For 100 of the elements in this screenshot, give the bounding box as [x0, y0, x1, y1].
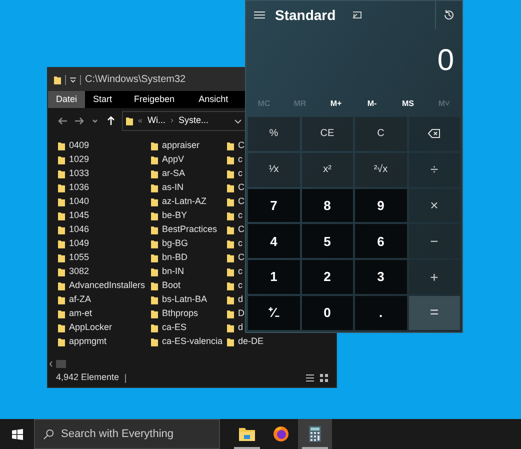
calculator-key[interactable]: 5	[302, 224, 353, 258]
file-name[interactable]: 1045	[69, 209, 90, 223]
up-arrow-icon[interactable]	[106, 116, 116, 126]
calculator-key[interactable]: =	[408, 296, 460, 330]
calculator-key[interactable]: 6	[355, 224, 406, 258]
calculator-key[interactable]: 2	[302, 260, 353, 294]
file-name[interactable]: c	[238, 167, 242, 181]
calculator-key[interactable]: 4	[248, 224, 300, 258]
file-name[interactable]: Bthprops	[162, 307, 198, 321]
mode-title: Standard	[275, 6, 336, 24]
file-name[interactable]: D	[238, 307, 244, 321]
file-name[interactable]: C	[238, 251, 244, 265]
file-name[interactable]: de-DE	[238, 335, 264, 349]
calculator-key[interactable]: CE	[302, 117, 353, 151]
file-name[interactable]: c	[238, 279, 242, 293]
calculator-key[interactable]: ÷	[408, 152, 460, 187]
calculator-key[interactable]: 7	[248, 188, 300, 222]
calculator-key[interactable]: %	[248, 117, 300, 151]
file-name[interactable]: be-BY	[162, 209, 188, 223]
file-name[interactable]: AppLocker	[69, 321, 112, 335]
file-name[interactable]: 1055	[69, 251, 90, 265]
file-name[interactable]: C	[238, 139, 244, 153]
file-name[interactable]: af-ZA	[69, 293, 92, 307]
file-name[interactable]: 1046	[69, 223, 90, 237]
back-arrow-icon[interactable]	[58, 116, 68, 126]
tiles-view-icon[interactable]	[320, 374, 328, 382]
separator-chevron: ›	[170, 114, 174, 128]
file-name[interactable]: as-IN	[162, 181, 184, 195]
menu-icon[interactable]	[254, 11, 265, 19]
dropdown-icon[interactable]	[70, 76, 76, 82]
file-name[interactable]: C	[238, 223, 244, 237]
file-name[interactable]: AdvancedInstallers	[69, 279, 146, 293]
ribbon-tab[interactable]: Ansicht	[190, 91, 236, 108]
file-name[interactable]: 1036	[69, 181, 90, 195]
overflow-chevron[interactable]: «	[138, 115, 142, 127]
calculator-key[interactable]: ¹⁄x	[248, 152, 300, 187]
calculator-key[interactable]: 9	[355, 188, 406, 222]
ribbon-tab[interactable]: Datei	[48, 91, 86, 108]
chevron-down-icon[interactable]	[234, 117, 242, 125]
ribbon-tab[interactable]: Start	[85, 91, 126, 108]
ribbon-tab[interactable]: Freigeben	[126, 91, 191, 108]
details-view-icon[interactable]	[306, 374, 314, 382]
display-value: 0	[437, 46, 454, 76]
backspace-button[interactable]	[408, 117, 460, 151]
fox-globe-icon	[273, 426, 289, 442]
calculator-key[interactable]: x²	[302, 152, 353, 187]
file-name[interactable]: d	[238, 293, 244, 307]
file-name[interactable]: bn-BD	[162, 251, 188, 265]
file-name[interactable]: ca-ES	[162, 321, 187, 335]
file-name[interactable]: am-et	[69, 307, 92, 321]
memory-button[interactable]: M-	[354, 98, 390, 110]
file-name[interactable]: c	[238, 153, 242, 167]
file-name[interactable]: 3082	[69, 265, 90, 279]
keep-on-top-icon[interactable]	[352, 11, 362, 19]
memory-button[interactable]: MS	[390, 98, 426, 110]
file-name[interactable]: AppV	[162, 153, 184, 167]
calculator-key[interactable]: C	[355, 117, 406, 151]
file-name[interactable]: Boot	[162, 279, 181, 293]
forward-arrow-icon[interactable]	[74, 116, 84, 126]
file-name[interactable]: bn-IN	[162, 265, 184, 279]
calculator-key[interactable]: 1	[248, 260, 300, 294]
file-name[interactable]: 1040	[69, 195, 90, 209]
file-name[interactable]: appraiser	[162, 139, 200, 153]
calculator-key[interactable]: +	[408, 260, 460, 294]
file-name[interactable]: 1029	[69, 153, 90, 167]
history-icon[interactable]	[443, 9, 455, 21]
file-name[interactable]: bg-BG	[162, 237, 188, 251]
folder-icon	[239, 427, 255, 441]
address-bar[interactable]: « Wi... › Syste...	[122, 111, 246, 131]
file-name[interactable]: appmgmt	[69, 335, 107, 349]
file-name[interactable]: ca-ES-valencia	[162, 335, 223, 349]
status-text: 4,942 Elemente	[56, 371, 120, 384]
search-field[interactable]: Search with Everything	[34, 419, 220, 449]
calculator-key[interactable]: ⁺∕₋	[248, 296, 300, 330]
calculator-key[interactable]: 3	[355, 260, 406, 294]
calculator-key[interactable]: −	[408, 224, 460, 258]
breadcrumb[interactable]: Syste...	[178, 114, 208, 128]
file-name[interactable]: c	[238, 209, 242, 223]
file-name[interactable]: 1049	[69, 237, 90, 251]
calculator-key[interactable]: ×	[408, 188, 460, 222]
scrollbar-thumb[interactable]	[56, 360, 66, 368]
breadcrumb[interactable]: Wi...	[147, 114, 166, 128]
file-name[interactable]: c	[238, 237, 242, 251]
file-name[interactable]: C	[238, 195, 244, 209]
taskbar-app-button[interactable]	[298, 419, 332, 449]
file-name[interactable]: c	[238, 265, 242, 279]
calculator-key[interactable]: 8	[302, 188, 353, 222]
scroll-left-icon[interactable]	[49, 361, 53, 367]
file-name[interactable]: 0409	[69, 139, 90, 153]
memory-button[interactable]: M+	[318, 98, 354, 110]
file-name[interactable]: d	[238, 321, 244, 335]
calculator-key[interactable]: .	[355, 296, 406, 330]
file-name[interactable]: BestPractices	[162, 223, 218, 237]
file-name[interactable]: bs-Latn-BA	[162, 293, 208, 307]
file-name[interactable]: 1033	[69, 167, 90, 181]
calculator-key[interactable]: 0	[302, 296, 353, 330]
file-name[interactable]: C	[238, 181, 244, 195]
calculator-key[interactable]: ²√x	[355, 152, 406, 187]
file-name[interactable]: az-Latn-AZ	[162, 195, 207, 209]
file-name[interactable]: ar-SA	[162, 167, 186, 181]
